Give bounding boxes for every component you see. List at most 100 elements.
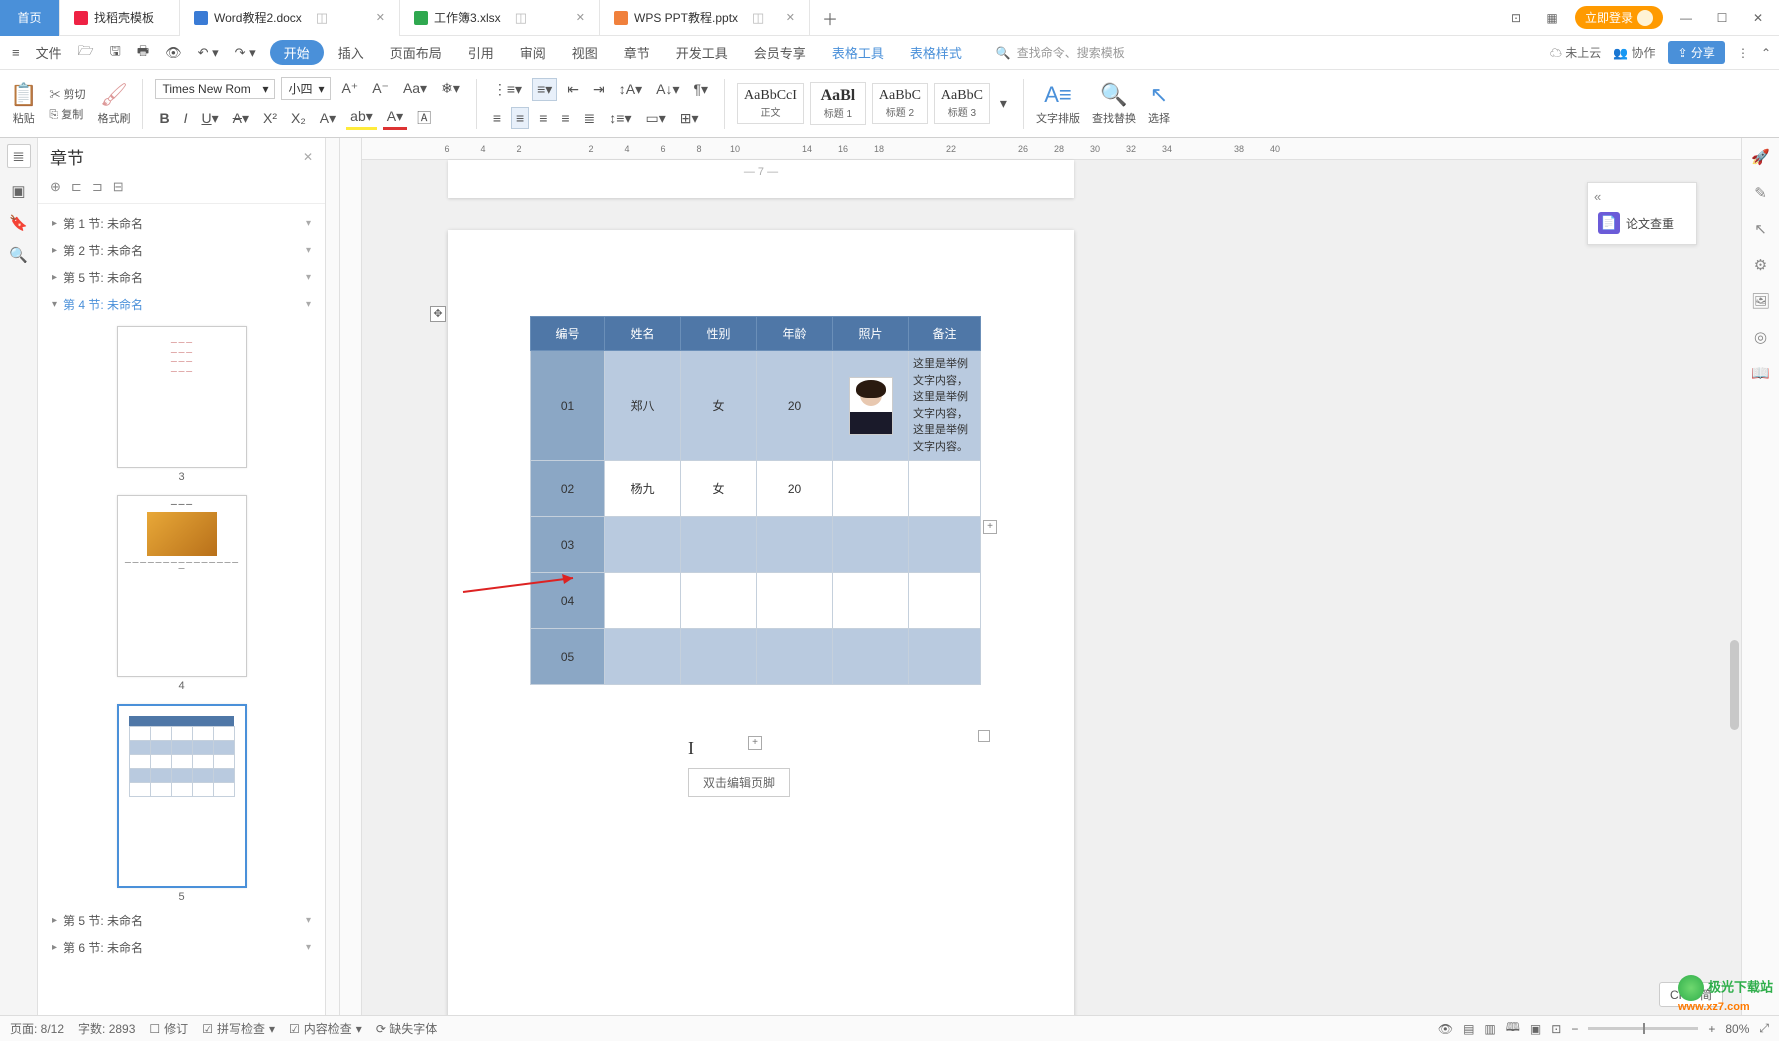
print-icon[interactable]: 🖶 <box>133 42 153 64</box>
th-photo[interactable]: 照片 <box>833 317 909 351</box>
page-indicator[interactable]: 页面: 8/12 <box>10 1020 64 1037</box>
copy-button[interactable]: ⎘ 复制 <box>49 106 85 122</box>
zoom-slider[interactable] <box>1588 1027 1698 1030</box>
text-effect-button[interactable]: A▾ <box>316 108 340 129</box>
grow-font-icon[interactable]: A⁺ <box>337 78 362 99</box>
change-case-icon[interactable]: Aa▾ <box>399 78 431 99</box>
close-tab-icon[interactable]: ✕ <box>786 11 795 24</box>
settings-icon[interactable]: ⚙ <box>1754 256 1767 274</box>
table-row[interactable]: 01郑八女20 这里是举例文字内容，这里是举例文字内容，这里是举例文字内容。 <box>531 351 981 461</box>
table-row[interactable]: 04 <box>531 573 981 629</box>
page-thumb[interactable]: — — —— — — — — — — — — — — — — — — — <box>117 495 247 677</box>
style-h2[interactable]: AaBbC标题 2 <box>872 83 928 124</box>
view-page-icon[interactable]: ▤ <box>1463 1022 1474 1036</box>
tab-layout[interactable]: 页面布局 <box>378 38 454 67</box>
section-item[interactable]: ▸第 5 节: 未命名▾ <box>38 264 325 291</box>
table-row[interactable]: 03 <box>531 517 981 573</box>
th-id[interactable]: 编号 <box>531 317 605 351</box>
subscript-button[interactable]: X₂ <box>287 108 310 128</box>
expand-icon[interactable]: ⤢ <box>1759 1021 1769 1036</box>
align-right-button[interactable]: ≡ <box>535 108 551 128</box>
text-layout-button[interactable]: A≡文字排版 <box>1036 82 1080 126</box>
page-thumb[interactable]: — — —— — —— — —— — — <box>117 326 247 468</box>
add-row-button[interactable]: + <box>748 736 762 750</box>
apps-icon[interactable]: ⊡ <box>1503 11 1529 25</box>
style-h3[interactable]: AaBbC标题 3 <box>934 83 990 124</box>
section-item-active[interactable]: ▾第 4 节: 未命名▾ <box>38 291 325 318</box>
page-thumb-selected[interactable] <box>117 704 247 888</box>
delete-section-icon[interactable]: ⊟ <box>113 179 124 195</box>
close-panel-icon[interactable]: ✕ <box>303 150 313 164</box>
section-item[interactable]: ▸第 1 节: 未命名▾ <box>38 210 325 237</box>
th-sex[interactable]: 性别 <box>681 317 757 351</box>
add-column-button[interactable]: + <box>983 520 997 534</box>
clear-format-icon[interactable]: ❄▾ <box>437 78 464 99</box>
fit-icon[interactable]: ⊡ <box>1551 1022 1561 1036</box>
tab-reference[interactable]: 引用 <box>456 38 506 67</box>
indent-dec-button[interactable]: ⇤ <box>563 79 583 100</box>
word-count[interactable]: 字数: 2893 <box>78 1020 135 1037</box>
restore-icon[interactable]: ◫ <box>316 10 328 26</box>
vertical-ruler[interactable] <box>340 138 362 1015</box>
more-icon[interactable]: ⋮ <box>1737 46 1749 60</box>
eye-icon[interactable]: 👁 <box>1438 1022 1453 1036</box>
align-distribute-button[interactable]: ≣ <box>580 108 600 129</box>
strike-button[interactable]: A▾ <box>229 108 253 129</box>
tab-home[interactable]: 首页 <box>0 0 60 36</box>
tab-ppt[interactable]: WPS PPT教程.pptx ◫ ✕ <box>600 0 810 36</box>
restore-icon[interactable]: ◫ <box>752 10 764 26</box>
thumbnails-icon[interactable]: ▣ <box>11 182 25 200</box>
file-menu[interactable]: 文件 <box>32 43 66 62</box>
tab-view[interactable]: 视图 <box>560 38 610 67</box>
undo-button[interactable]: ↶ ▾ <box>194 45 223 61</box>
save-icon[interactable]: 🖫 <box>106 42 125 64</box>
format-painter[interactable]: 🖌 格式刷 <box>97 82 130 126</box>
book-icon[interactable]: 📖 <box>1751 364 1770 382</box>
spellcheck-toggle[interactable]: ☑ 拼写检查 ▾ <box>202 1020 275 1037</box>
enclose-button[interactable]: 🄰 <box>413 106 435 130</box>
font-color-button[interactable]: A▾ <box>383 106 407 130</box>
login-button[interactable]: 立即登录 <box>1575 6 1663 29</box>
document-area[interactable]: 6422468101416182226283032343840 — 7 — ✥ … <box>362 138 1741 1015</box>
find-icon[interactable]: 🔍 <box>9 246 28 264</box>
tab-insert[interactable]: 插入 <box>326 38 376 67</box>
tab-review[interactable]: 审阅 <box>508 38 558 67</box>
shading-button[interactable]: ▭▾ <box>641 108 669 129</box>
table-row[interactable]: 05 <box>531 629 981 685</box>
close-tab-icon[interactable]: ✕ <box>376 11 385 24</box>
thesis-check-button[interactable]: 📄 论文查重 <box>1594 208 1690 238</box>
zoom-in-button[interactable]: + <box>1708 1022 1715 1036</box>
insert-after-icon[interactable]: ⊐ <box>92 179 103 195</box>
data-table[interactable]: 编号 姓名 性别 年龄 照片 备注 01郑八女20 这里是举例文字内容，这里是举… <box>530 316 981 685</box>
vertical-scrollbar[interactable] <box>1727 160 1741 1015</box>
sort-button[interactable]: A↓▾ <box>652 79 683 100</box>
table-row[interactable]: 02杨九女20 <box>531 461 981 517</box>
indent-inc-button[interactable]: ⇥ <box>589 79 609 100</box>
redo-button[interactable]: ↷ ▾ <box>231 45 260 61</box>
view-web-icon[interactable]: ▥ <box>1484 1022 1495 1036</box>
missing-font[interactable]: ⟳ 缺失字体 <box>376 1020 437 1037</box>
page[interactable]: ✥ 编号 姓名 性别 年龄 照片 备注 01郑八女20 这里是举例文字内容，这里 <box>448 230 1074 1015</box>
view-outline-icon[interactable]: 🕮 <box>1506 1018 1520 1039</box>
preview-icon[interactable]: 👁 <box>161 45 186 61</box>
share-button[interactable]: ⇪ 分享 <box>1668 41 1725 64</box>
hamburger-icon[interactable]: ≡ <box>8 45 24 60</box>
shrink-font-icon[interactable]: A⁻ <box>368 78 393 99</box>
align-justify-button[interactable]: ≡ <box>557 108 573 128</box>
outline-icon[interactable]: ≣ <box>7 144 31 168</box>
command-search[interactable]: 🔍 查找命令、搜索模板 <box>996 44 1125 61</box>
grid-icon[interactable]: ▦ <box>1539 11 1565 25</box>
add-section-icon[interactable]: ⊕ <box>50 179 61 195</box>
highlight-button[interactable]: ab▾ <box>346 106 377 130</box>
section-item[interactable]: ▸第 5 节: 未命名▾ <box>38 907 325 934</box>
zoom-out-button[interactable]: − <box>1571 1022 1578 1036</box>
tab-devtools[interactable]: 开发工具 <box>664 38 740 67</box>
cut-button[interactable]: ✂ 剪切 <box>49 86 85 102</box>
tab-template[interactable]: 找稻壳模板 <box>60 0 180 36</box>
collapse-popup-icon[interactable]: « <box>1594 189 1690 208</box>
borders-button[interactable]: ⊞▾ <box>676 108 703 129</box>
bookmark-icon[interactable]: 🔖 <box>9 214 28 232</box>
align-left-button[interactable]: ≡ <box>489 108 505 128</box>
select-button[interactable]: ↖选择 <box>1148 82 1170 126</box>
rocket-icon[interactable]: 🚀 <box>1751 148 1770 166</box>
